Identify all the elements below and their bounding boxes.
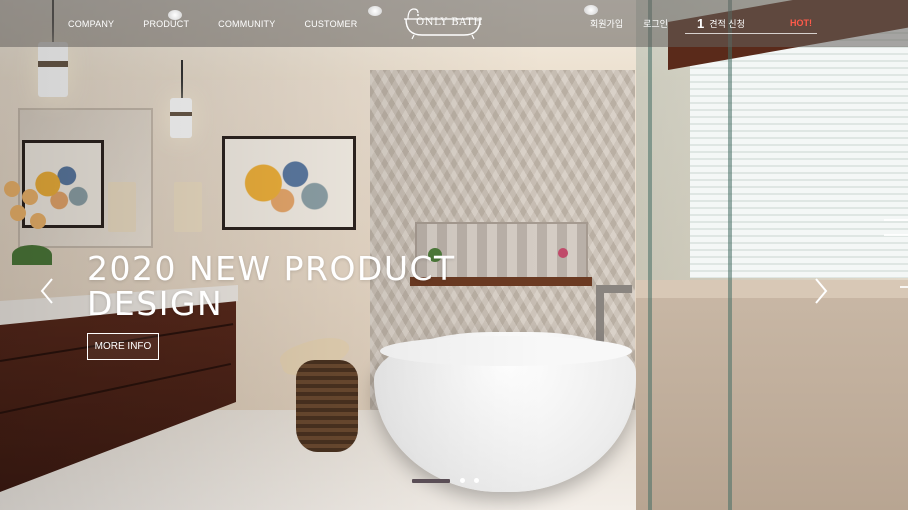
nav-company[interactable]: COMPANY: [68, 19, 114, 29]
site-header: COMPANY PRODUCT COMMUNITY CUSTOMER ONLY …: [0, 0, 908, 47]
nav-customer[interactable]: CUSTOMER: [304, 19, 357, 29]
nav-community[interactable]: COMMUNITY: [218, 19, 275, 29]
main-nav: COMPANY PRODUCT COMMUNITY CUSTOMER: [68, 0, 386, 47]
quote-number: 1: [697, 15, 705, 31]
hot-badge: HOT!: [790, 18, 812, 28]
pagination-dot-active[interactable]: [412, 478, 450, 483]
ceiling-light: [168, 10, 182, 20]
logo-text: ONLY BATH: [416, 17, 483, 28]
pagination-dot[interactable]: [460, 478, 465, 483]
utility-nav: 회원가입 로그인: [590, 0, 688, 47]
side-indicator: [900, 286, 908, 288]
ceiling-light: [368, 6, 382, 16]
site-logo[interactable]: ONLY BATH: [402, 5, 484, 41]
slider-next-arrow[interactable]: [813, 276, 829, 306]
side-indicator: [884, 219, 908, 221]
slide-headline: 2020 NEW PRODUCT DESIGN: [87, 249, 456, 323]
slider-prev-arrow[interactable]: [39, 276, 55, 306]
slider-pagination: [412, 478, 488, 483]
side-indicator: [884, 234, 908, 236]
quote-label: 견적 신청: [709, 18, 745, 29]
more-info-button[interactable]: MORE INFO: [87, 333, 159, 360]
nav-product[interactable]: PRODUCT: [143, 19, 189, 29]
chevron-right-icon: [815, 278, 828, 304]
login-link[interactable]: 로그인: [643, 17, 668, 30]
signup-link[interactable]: 회원가입: [590, 17, 623, 30]
pagination-dot[interactable]: [474, 478, 479, 483]
chevron-left-icon: [40, 278, 53, 304]
